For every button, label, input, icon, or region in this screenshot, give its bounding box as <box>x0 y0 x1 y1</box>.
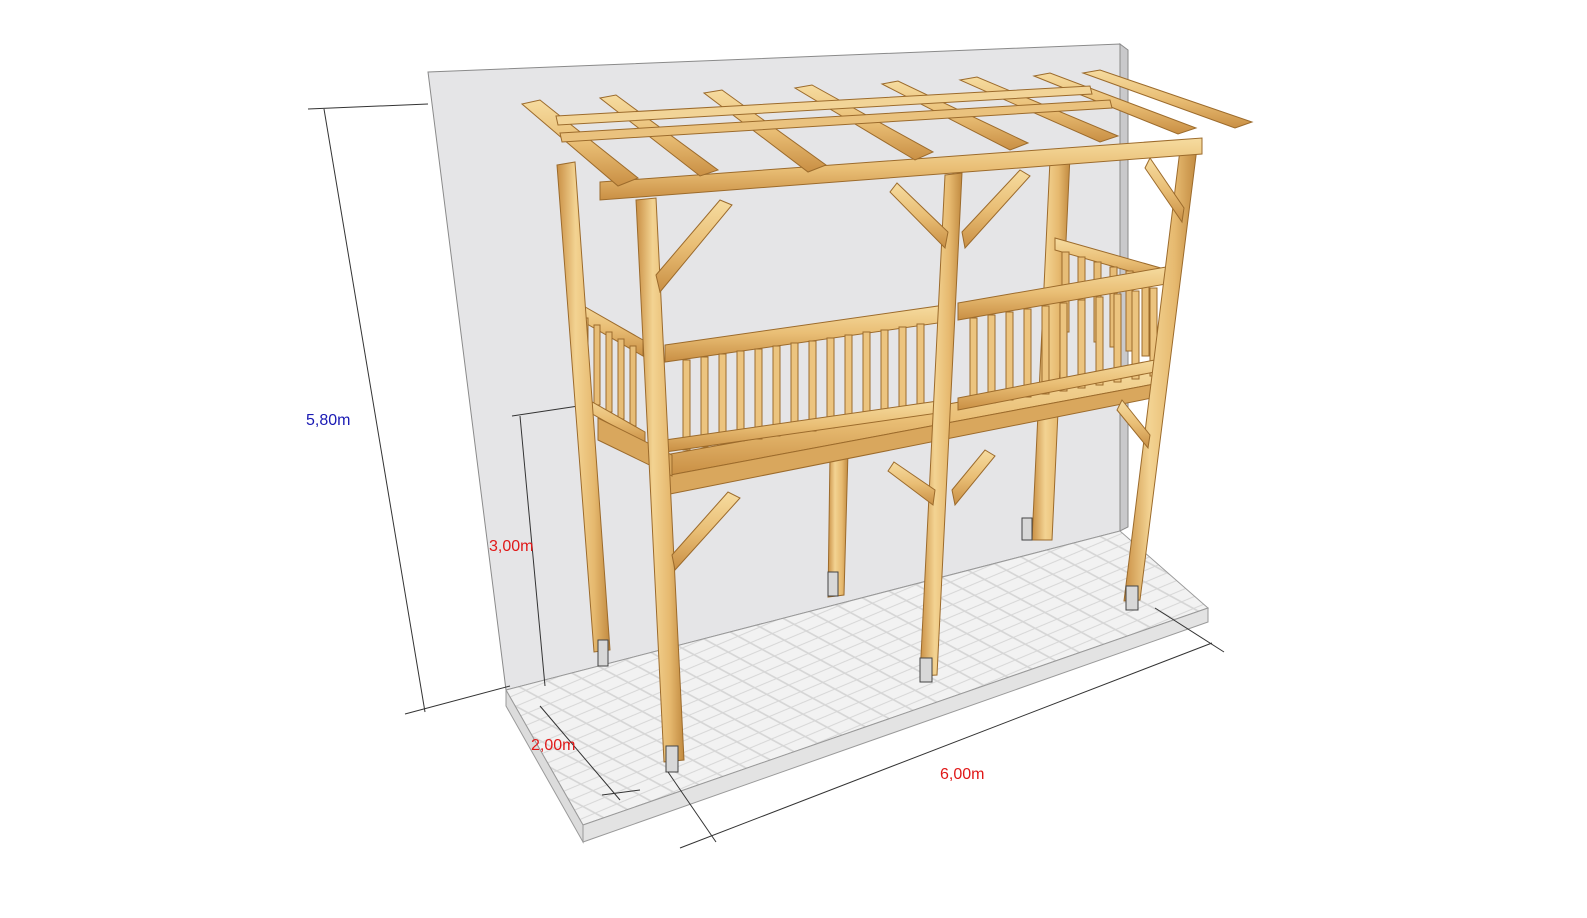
length-label: 6,00m <box>940 766 985 783</box>
height-dim-bottom-ext <box>404 685 511 715</box>
depth-label: 2,00m <box>531 737 576 754</box>
height-dim-line <box>323 108 426 713</box>
deck-height-label: 3,00m <box>489 538 534 555</box>
height-dim-top-ext <box>307 103 429 110</box>
balcony-diagram <box>307 43 1254 849</box>
total-height-label: 5,80m <box>306 412 351 429</box>
